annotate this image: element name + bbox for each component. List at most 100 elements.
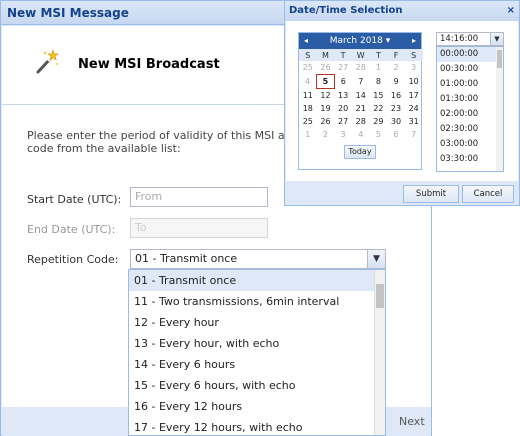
chevron-down-icon[interactable]: ▼ — [490, 33, 503, 45]
datetime-body: ◂ March 2018 ▾ ▸ S M T W T F S 25 26 27 … — [286, 21, 518, 181]
time-option[interactable]: 01:00:00 — [437, 77, 503, 92]
calendar-day[interactable]: 25 — [299, 61, 317, 75]
calendar-day[interactable]: 28 — [352, 115, 370, 128]
end-date-input: To — [130, 218, 268, 238]
day-of-week: S — [299, 49, 317, 61]
calendar-day[interactable]: 25 — [299, 115, 317, 128]
calendar-day[interactable]: 7 — [352, 75, 370, 89]
calendar-day[interactable]: 5 — [370, 128, 388, 141]
close-icon[interactable]: × — [507, 1, 515, 21]
calendar-day[interactable]: 4 — [352, 128, 370, 141]
submit-button[interactable]: Submit — [403, 185, 459, 203]
today-button[interactable]: Today — [344, 145, 376, 159]
calendar-day[interactable]: 21 — [352, 102, 370, 115]
day-of-week: T — [334, 49, 352, 61]
next-button[interactable]: Next — [399, 415, 425, 428]
calendar-day[interactable]: 14 — [352, 89, 370, 103]
calendar-day[interactable]: 19 — [317, 102, 335, 115]
magic-wand-icon — [36, 49, 59, 74]
list-item[interactable]: 17 - Every 12 hours, with echo — [129, 417, 385, 435]
calendar-day[interactable]: 13 — [334, 89, 352, 103]
time-value: 14:16:00 — [440, 34, 479, 44]
list-item[interactable]: 13 - Every hour, with echo — [129, 333, 385, 354]
calendar-day[interactable]: 31 — [405, 115, 423, 128]
next-month-icon[interactable]: ▸ — [412, 33, 416, 49]
calendar-header: ◂ March 2018 ▾ ▸ — [299, 33, 421, 49]
datetime-title: Date/Time Selection × — [285, 1, 519, 21]
scrollbar-thumb[interactable] — [497, 50, 502, 68]
time-option[interactable]: 03:30:00 — [437, 152, 503, 167]
calendar-day[interactable]: 17 — [405, 89, 423, 103]
time-option[interactable]: 00:30:00 — [437, 62, 503, 77]
month-label[interactable]: March 2018 — [330, 36, 383, 46]
calendar-day[interactable]: 28 — [352, 61, 370, 75]
day-of-week: T — [369, 49, 388, 61]
month-caret-icon[interactable]: ▾ — [386, 36, 391, 46]
calendar-day[interactable]: 10 — [405, 75, 423, 89]
list-item[interactable]: 15 - Every 6 hours, with echo — [129, 375, 385, 396]
start-date-input[interactable]: From — [130, 187, 268, 207]
repetition-code-select[interactable]: 01 - Transmit once ▼ — [130, 249, 386, 269]
scrollbar-thumb[interactable] — [376, 284, 384, 308]
calendar-day[interactable]: 18 — [299, 102, 317, 115]
list-item[interactable]: 12 - Every hour — [129, 312, 385, 333]
calendar-day[interactable]: 26 — [317, 115, 335, 128]
datetime-title-text: Date/Time Selection — [289, 5, 403, 16]
calendar-day[interactable]: 3 — [334, 128, 352, 141]
calendar-day[interactable]: 9 — [387, 75, 405, 89]
day-of-week: W — [351, 49, 370, 61]
list-item[interactable]: 14 - Every 6 hours — [129, 354, 385, 375]
banner-title: New MSI Broadcast — [78, 57, 220, 72]
repetition-dropdown-list[interactable]: 01 - Transmit once 11 - Two transmission… — [128, 269, 386, 436]
calendar-day[interactable]: 12 — [317, 89, 335, 103]
repetition-code-value: 01 - Transmit once — [135, 252, 238, 265]
calendar-day[interactable]: 11 — [299, 89, 317, 103]
calendar-day[interactable]: 22 — [370, 102, 388, 115]
calendar-day[interactable]: 24 — [405, 102, 423, 115]
chevron-down-icon[interactable]: ▼ — [367, 250, 385, 268]
list-item[interactable]: 16 - Every 12 hours — [129, 396, 385, 417]
calendar-day[interactable]: 26 — [317, 61, 335, 75]
day-of-week: S — [404, 49, 423, 61]
time-option[interactable]: 00:00:00 — [437, 47, 503, 62]
calendar-day[interactable]: 20 — [334, 102, 352, 115]
repetition-code-label: Repetition Code: — [27, 253, 119, 266]
time-scrollbar[interactable] — [496, 47, 503, 171]
calendar-day[interactable]: 29 — [370, 115, 388, 128]
calendar: ◂ March 2018 ▾ ▸ S M T W T F S 25 26 27 … — [298, 32, 423, 170]
dropdown-scrollbar[interactable] — [374, 270, 385, 435]
calendar-day[interactable]: 4 — [299, 75, 317, 89]
prev-month-icon[interactable]: ◂ — [304, 33, 308, 49]
calendar-day[interactable]: 27 — [334, 115, 352, 128]
calendar-day[interactable]: 7 — [405, 128, 423, 141]
day-of-week: M — [316, 49, 335, 61]
calendar-day-today[interactable]: 5 — [316, 74, 335, 89]
calendar-day[interactable]: 8 — [370, 75, 388, 89]
start-date-label: Start Date (UTC): — [27, 193, 122, 206]
time-option[interactable]: 03:00:00 — [437, 137, 503, 152]
list-item[interactable]: 11 - Two transmissions, 6min interval — [129, 291, 385, 312]
calendar-day[interactable]: 1 — [370, 61, 388, 75]
calendar-day[interactable]: 6 — [334, 75, 352, 89]
calendar-day[interactable]: 2 — [387, 61, 405, 75]
calendar-day[interactable]: 16 — [387, 89, 405, 103]
time-select[interactable]: 14:16:00 ▼ — [436, 32, 504, 46]
time-list[interactable]: 00:00:00 00:30:00 01:00:00 01:30:00 02:0… — [436, 46, 504, 172]
calendar-day[interactable]: 6 — [387, 128, 405, 141]
time-option[interactable]: 01:30:00 — [437, 92, 503, 107]
day-of-week: F — [387, 49, 405, 61]
time-option[interactable]: 02:30:00 — [437, 122, 503, 137]
datetime-selection-window: Date/Time Selection × ◂ March 2018 ▾ ▸ S… — [284, 0, 520, 206]
calendar-day[interactable]: 3 — [405, 61, 423, 75]
calendar-day[interactable]: 30 — [387, 115, 405, 128]
calendar-grid: S M T W T F S 25 26 27 28 1 2 3 4 5 6 7 … — [299, 49, 423, 141]
calendar-day[interactable]: 1 — [299, 128, 317, 141]
calendar-day[interactable]: 27 — [334, 61, 352, 75]
end-date-label: End Date (UTC): — [27, 223, 116, 236]
calendar-day[interactable]: 2 — [317, 128, 335, 141]
cancel-button[interactable]: Cancel — [462, 185, 514, 203]
calendar-day[interactable]: 15 — [370, 89, 388, 103]
time-option[interactable]: 02:00:00 — [437, 107, 503, 122]
list-item[interactable]: 01 - Transmit once — [129, 270, 385, 291]
calendar-day[interactable]: 23 — [387, 102, 405, 115]
